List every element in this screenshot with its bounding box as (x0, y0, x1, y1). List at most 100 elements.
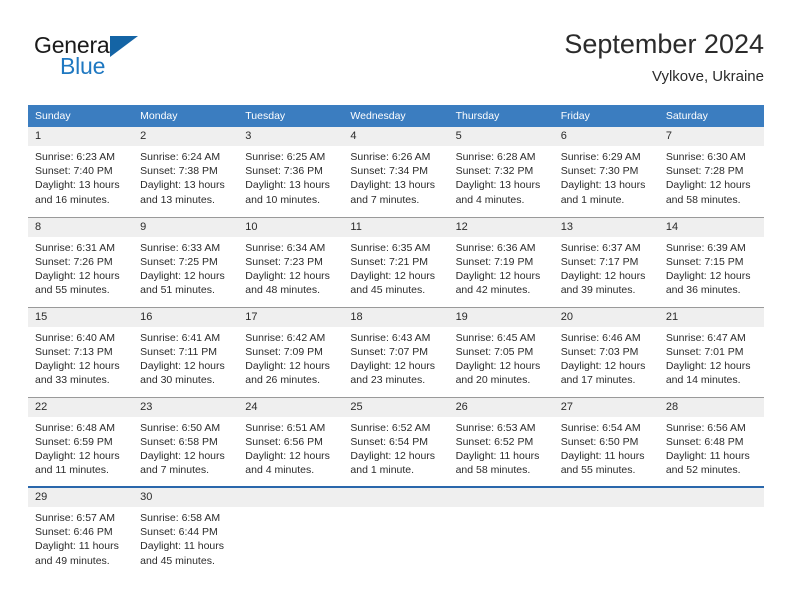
day-details: Sunrise: 6:34 AM Sunset: 7:23 PM Dayligh… (238, 237, 343, 298)
week-row: 22 Sunrise: 6:48 AM Sunset: 6:59 PM Dayl… (28, 396, 764, 487)
day-cell[interactable]: 15 Sunrise: 6:40 AM Sunset: 7:13 PM Dayl… (28, 306, 134, 397)
week-row: 15 Sunrise: 6:40 AM Sunset: 7:13 PM Dayl… (28, 306, 764, 397)
sunrise-text: Sunrise: 6:56 AM (665, 421, 746, 434)
sunset-text: Sunset: 6:54 PM (350, 435, 429, 448)
day-cell[interactable]: 12 Sunrise: 6:36 AM Sunset: 7:19 PM Dayl… (448, 216, 554, 307)
day-cell[interactable]: 22 Sunrise: 6:48 AM Sunset: 6:59 PM Dayl… (28, 396, 134, 487)
day-number: 25 (343, 397, 449, 417)
day-number: 7 (658, 127, 764, 146)
day-cell[interactable]: 14 Sunrise: 6:39 AM Sunset: 7:15 PM Dayl… (658, 216, 764, 307)
day-details: Sunrise: 6:41 AM Sunset: 7:11 PM Dayligh… (133, 327, 238, 388)
day-cell[interactable]: 6 Sunrise: 6:29 AM Sunset: 7:30 PM Dayli… (553, 127, 659, 217)
sunrise-text: Sunrise: 6:28 AM (455, 151, 536, 163)
day-number: 9 (133, 217, 239, 237)
day-cell[interactable]: 5 Sunrise: 6:28 AM Sunset: 7:32 PM Dayli… (448, 127, 554, 217)
daylight-text-line2: and 55 minutes. (35, 284, 110, 297)
day-details: Sunrise: 6:51 AM Sunset: 6:56 PM Dayligh… (238, 417, 343, 478)
day-cell-empty (343, 486, 449, 577)
day-details: Sunrise: 6:30 AM Sunset: 7:28 PM Dayligh… (659, 146, 764, 207)
day-cell-empty (553, 486, 659, 577)
day-cell[interactable]: 26 Sunrise: 6:53 AM Sunset: 6:52 PM Dayl… (448, 396, 554, 487)
day-cell[interactable]: 20 Sunrise: 6:46 AM Sunset: 7:03 PM Dayl… (553, 306, 659, 397)
day-cell[interactable]: 8 Sunrise: 6:31 AM Sunset: 7:26 PM Dayli… (28, 216, 134, 307)
sunrise-text: Sunrise: 6:46 AM (560, 331, 641, 344)
day-details: Sunrise: 6:57 AM Sunset: 6:46 PM Dayligh… (28, 507, 133, 568)
page-header: General Blue September 2024 Vylkove, Ukr… (28, 28, 764, 96)
sunset-text: Sunset: 7:15 PM (665, 255, 744, 268)
weekday-header-monday: Monday (133, 105, 239, 127)
day-cell[interactable]: 17 Sunrise: 6:42 AM Sunset: 7:09 PM Dayl… (238, 306, 344, 397)
day-cell[interactable]: 28 Sunrise: 6:56 AM Sunset: 6:48 PM Dayl… (658, 396, 764, 487)
sunset-text: Sunset: 7:23 PM (245, 255, 323, 268)
day-details: Sunrise: 6:43 AM Sunset: 7:07 PM Dayligh… (343, 327, 448, 388)
daylight-text-line2: and 52 minutes. (665, 464, 741, 477)
day-number: 18 (343, 307, 449, 327)
day-details: Sunrise: 6:39 AM Sunset: 7:15 PM Dayligh… (659, 237, 764, 298)
day-details: Sunrise: 6:36 AM Sunset: 7:19 PM Dayligh… (449, 237, 554, 298)
sunset-text: Sunset: 7:38 PM (140, 165, 218, 178)
day-cell[interactable]: 23 Sunrise: 6:50 AM Sunset: 6:58 PM Dayl… (133, 396, 239, 487)
sunrise-text: Sunrise: 6:40 AM (35, 331, 115, 344)
daylight-text-line1: Daylight: 12 hours (140, 449, 225, 462)
sunset-text: Sunset: 7:32 PM (455, 165, 534, 178)
sunrise-text: Sunrise: 6:48 AM (35, 421, 115, 434)
day-cell[interactable]: 21 Sunrise: 6:47 AM Sunset: 7:01 PM Dayl… (658, 306, 764, 397)
day-cell[interactable]: 16 Sunrise: 6:41 AM Sunset: 7:11 PM Dayl… (133, 306, 239, 397)
day-cell[interactable]: 30 Sunrise: 6:58 AM Sunset: 6:44 PM Dayl… (133, 486, 239, 577)
day-cell[interactable]: 19 Sunrise: 6:45 AM Sunset: 7:05 PM Dayl… (448, 306, 554, 397)
day-cell[interactable]: 10 Sunrise: 6:34 AM Sunset: 7:23 PM Dayl… (238, 216, 344, 307)
page-title: September 2024 (564, 29, 764, 59)
sunset-text: Sunset: 6:52 PM (455, 435, 534, 448)
weekday-header-friday: Friday (553, 105, 659, 127)
day-number (448, 488, 554, 507)
day-cell[interactable]: 18 Sunrise: 6:43 AM Sunset: 7:07 PM Dayl… (343, 306, 449, 397)
day-cell[interactable]: 9 Sunrise: 6:33 AM Sunset: 7:25 PM Dayli… (133, 216, 239, 307)
day-cell-empty (448, 486, 554, 577)
sunset-text: Sunset: 6:48 PM (665, 435, 744, 448)
sunset-text: Sunset: 7:28 PM (665, 165, 744, 178)
week-row: 8 Sunrise: 6:31 AM Sunset: 7:26 PM Dayli… (28, 216, 764, 307)
daylight-text-line2: and 58 minutes. (665, 193, 741, 206)
sunrise-text: Sunrise: 6:35 AM (350, 241, 431, 254)
sunset-text: Sunset: 7:13 PM (35, 345, 113, 358)
day-cell[interactable]: 13 Sunrise: 6:37 AM Sunset: 7:17 PM Dayl… (553, 216, 659, 307)
daylight-text-line2: and 45 minutes. (350, 284, 426, 297)
day-number: 19 (448, 307, 554, 327)
day-number: 11 (343, 217, 449, 237)
daylight-text-line1: Daylight: 12 hours (665, 269, 751, 282)
day-number: 29 (28, 488, 134, 507)
daylight-text-line1: Daylight: 12 hours (350, 269, 436, 282)
day-cell[interactable]: 3 Sunrise: 6:25 AM Sunset: 7:36 PM Dayli… (238, 127, 344, 217)
day-number: 5 (448, 127, 554, 146)
sunrise-text: Sunrise: 6:47 AM (665, 331, 746, 344)
daylight-text-line1: Daylight: 12 hours (245, 269, 330, 282)
day-cell[interactable]: 25 Sunrise: 6:52 AM Sunset: 6:54 PM Dayl… (343, 396, 449, 487)
sunset-text: Sunset: 6:46 PM (35, 526, 113, 539)
daylight-text-line2: and 33 minutes. (35, 374, 110, 387)
daylight-text-line2: and 26 minutes. (245, 374, 320, 387)
daylight-text-line1: Daylight: 12 hours (35, 269, 120, 282)
sunrise-text: Sunrise: 6:57 AM (35, 512, 115, 524)
day-cell[interactable]: 11 Sunrise: 6:35 AM Sunset: 7:21 PM Dayl… (343, 216, 449, 307)
day-cell[interactable]: 29 Sunrise: 6:57 AM Sunset: 6:46 PM Dayl… (28, 486, 134, 577)
day-cell[interactable]: 4 Sunrise: 6:26 AM Sunset: 7:34 PM Dayli… (343, 127, 449, 217)
day-cell[interactable]: 24 Sunrise: 6:51 AM Sunset: 6:56 PM Dayl… (238, 396, 344, 487)
general-blue-logo[interactable]: General Blue (34, 32, 164, 84)
day-details: Sunrise: 6:42 AM Sunset: 7:09 PM Dayligh… (238, 327, 343, 388)
day-cell[interactable]: 27 Sunrise: 6:54 AM Sunset: 6:50 PM Dayl… (553, 396, 659, 487)
day-details: Sunrise: 6:47 AM Sunset: 7:01 PM Dayligh… (659, 327, 764, 388)
sunset-text: Sunset: 7:36 PM (245, 165, 323, 178)
weekday-header-saturday: Saturday (658, 105, 764, 127)
daylight-text-line1: Daylight: 13 hours (560, 179, 646, 192)
day-cell[interactable]: 2 Sunrise: 6:24 AM Sunset: 7:38 PM Dayli… (133, 127, 239, 217)
daylight-text-line2: and 42 minutes. (455, 284, 531, 297)
day-number: 20 (553, 307, 659, 327)
weekday-header-tuesday: Tuesday (238, 105, 344, 127)
daylight-text-line2: and 16 minutes. (35, 193, 110, 206)
day-details: Sunrise: 6:53 AM Sunset: 6:52 PM Dayligh… (449, 417, 554, 478)
daylight-text-line1: Daylight: 11 hours (35, 540, 119, 553)
day-details: Sunrise: 6:45 AM Sunset: 7:05 PM Dayligh… (449, 327, 554, 388)
day-cell[interactable]: 1 Sunrise: 6:23 AM Sunset: 7:40 PM Dayli… (28, 127, 134, 217)
sunset-text: Sunset: 6:44 PM (140, 526, 218, 539)
day-cell[interactable]: 7 Sunrise: 6:30 AM Sunset: 7:28 PM Dayli… (658, 127, 764, 217)
